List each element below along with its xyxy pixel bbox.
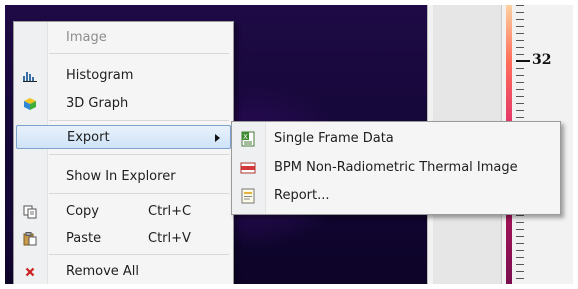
menu-item-label: Histogram bbox=[66, 68, 134, 83]
app-frame: 32 Image Histogram 3D Graph Export Show … bbox=[5, 5, 573, 284]
image-file-icon bbox=[240, 160, 256, 176]
menu-item-label: Paste bbox=[66, 231, 102, 246]
menu-separator bbox=[49, 254, 229, 255]
menu-separator bbox=[49, 154, 229, 155]
menu-item-show-in-explorer[interactable]: Show In Explorer bbox=[16, 165, 231, 189]
submenu-item-label: Report... bbox=[274, 188, 330, 203]
svg-text:X: X bbox=[243, 133, 248, 141]
menu-item-paste[interactable]: Paste Ctrl+V bbox=[16, 227, 231, 251]
remove-icon bbox=[22, 264, 38, 280]
export-submenu: X Single Frame Data BPM Non-Radiometric … bbox=[231, 121, 561, 215]
submenu-item-single-frame-data[interactable]: X Single Frame Data bbox=[234, 127, 558, 151]
menu-separator bbox=[49, 53, 229, 54]
copy-icon bbox=[22, 204, 38, 220]
submenu-arrow-icon bbox=[215, 134, 220, 142]
menu-item-histogram[interactable]: Histogram bbox=[16, 64, 231, 88]
menu-item-label: Export bbox=[67, 130, 110, 145]
submenu-item-label: Single Frame Data bbox=[274, 131, 394, 146]
submenu-item-label: BPM Non-Radiometric Thermal Image bbox=[274, 160, 518, 175]
submenu-item-report[interactable]: Report... bbox=[234, 184, 558, 208]
menu-item-label: Show In Explorer bbox=[66, 169, 176, 184]
histogram-icon bbox=[22, 68, 38, 84]
submenu-item-bpm-image[interactable]: BPM Non-Radiometric Thermal Image bbox=[234, 156, 558, 180]
menu-item-label: Remove All bbox=[66, 264, 140, 279]
menu-item-image: Image bbox=[16, 26, 231, 50]
report-icon bbox=[240, 188, 256, 204]
paste-icon bbox=[22, 231, 38, 247]
context-menu: Image Histogram 3D Graph Export Show In … bbox=[13, 21, 234, 284]
scale-label: 32 bbox=[532, 52, 552, 68]
major-tick bbox=[516, 60, 530, 62]
menu-item-label: Image bbox=[66, 30, 107, 45]
menu-item-3d-graph[interactable]: 3D Graph bbox=[16, 92, 231, 116]
menu-separator bbox=[49, 120, 229, 121]
3d-graph-icon bbox=[22, 96, 38, 112]
menu-item-export[interactable]: Export bbox=[16, 125, 231, 149]
menu-item-shortcut: Ctrl+V bbox=[148, 231, 191, 246]
menu-item-copy[interactable]: Copy Ctrl+C bbox=[16, 200, 231, 224]
menu-item-label: Copy bbox=[66, 204, 99, 219]
menu-item-label: 3D Graph bbox=[66, 96, 129, 111]
menu-item-shortcut: Ctrl+C bbox=[148, 204, 192, 219]
spreadsheet-icon: X bbox=[240, 131, 256, 147]
menu-separator bbox=[49, 193, 229, 194]
menu-item-remove-all[interactable]: Remove All bbox=[16, 260, 231, 284]
